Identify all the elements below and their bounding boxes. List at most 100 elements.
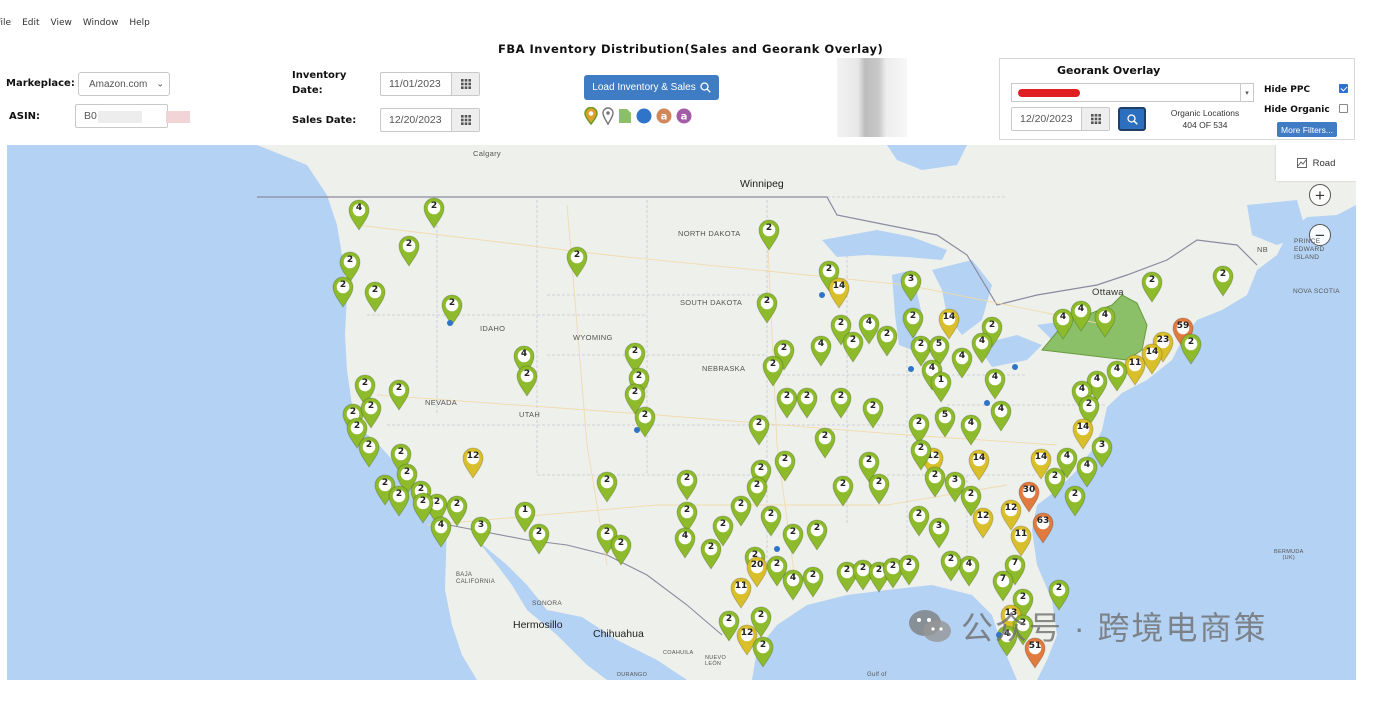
marketplace-select[interactable]: Amazon.com ⌄ [78,72,170,96]
map-marker[interactable]: 2 [795,387,819,419]
map-marker[interactable]: 11 [1009,525,1033,557]
map-marker[interactable]: 2 [387,379,411,411]
map-marker[interactable]: 63 [1031,512,1055,544]
map-marker[interactable]: 2 [773,450,797,482]
georank-date-field[interactable]: 12/20/2023 [1011,107,1110,131]
map-marker[interactable]: 2 [565,246,589,278]
marker-count: 12 [976,511,990,521]
pin-gray-icon[interactable] [602,107,614,130]
more-filters-button[interactable]: More Filters... [1277,122,1337,137]
map-marker[interactable]: 2 [761,355,785,387]
menu-view[interactable]: View [51,18,72,34]
blue-location-dot[interactable] [908,366,914,372]
map-marker[interactable]: 30 [1017,481,1041,513]
map-marker[interactable]: 2 [897,554,921,586]
map-marker[interactable]: 2 [633,406,657,438]
map-marker[interactable]: 2 [757,219,781,251]
georank-keyword-select[interactable]: ▾ [1011,83,1254,102]
map-marker[interactable]: 2 [751,636,775,668]
map-marker[interactable]: 3 [469,516,493,548]
map-marker[interactable]: 2 [829,387,853,419]
map-marker[interactable]: 2 [759,505,783,537]
map-marker[interactable]: 2 [923,466,947,498]
map-marker[interactable]: 11 [729,577,753,609]
asin-input[interactable]: B0 [75,104,168,128]
map-marker[interactable]: 2 [1211,265,1235,297]
map-marker[interactable]: 2 [445,495,469,527]
map-marker[interactable]: 3 [899,270,923,302]
map-marker[interactable]: 4 [983,368,1007,400]
georank-search-button[interactable] [1118,107,1146,131]
hide-ppc-checkbox[interactable] [1339,84,1348,93]
map-marker[interactable]: 2 [749,606,773,638]
map-marker[interactable]: 2 [527,523,551,555]
calendar-icon[interactable] [451,109,479,131]
map-marker[interactable]: 2 [331,276,355,308]
map-marker[interactable]: 4 [1069,300,1093,332]
blue-location-dot[interactable] [634,427,640,433]
map-marker[interactable]: 2 [875,325,899,357]
inventory-date-field[interactable]: 11/01/2023 [380,72,480,96]
menu-window[interactable]: Window [83,18,119,34]
load-inventory-sales-button[interactable]: Load Inventory & Sales [584,75,719,100]
map-marker[interactable]: 3 [927,517,951,549]
menu-help[interactable]: Help [129,18,150,34]
pin-multicolor-icon[interactable] [584,106,598,130]
amazon-orange-icon[interactable]: a [656,108,672,129]
state-shape-icon[interactable] [618,108,632,129]
map-marker[interactable]: 2 [781,523,805,555]
map-marker[interactable]: 2 [813,427,837,459]
map-marker[interactable]: 2 [831,475,855,507]
calendar-icon[interactable] [451,73,479,95]
map-marker[interactable]: 2 [939,550,963,582]
map-marker[interactable]: 4 [959,414,983,446]
map-marker[interactable]: 4 [347,199,371,231]
map-marker[interactable]: 2 [747,414,771,446]
map-marker[interactable]: 2 [515,365,539,397]
map-marker[interactable]: 2 [745,476,769,508]
calendar-icon[interactable] [1081,108,1109,130]
menu-edit[interactable]: Edit [22,18,39,34]
marker-count: 2 [641,410,649,420]
map-marker[interactable]: 14 [937,308,961,340]
map-marker[interactable]: 2 [1179,333,1203,365]
blue-dot-icon[interactable] [636,108,652,129]
map-marker[interactable]: 2 [357,436,381,468]
map-marker[interactable]: 2 [675,469,699,501]
blue-location-dot[interactable] [774,546,780,552]
map-marker[interactable]: 4 [1093,306,1117,338]
map-marker[interactable]: 2 [861,397,885,429]
map-marker[interactable]: 2 [387,485,411,517]
map-marker[interactable]: 2 [841,331,865,363]
map-marker[interactable]: 2 [609,534,633,566]
map-marker[interactable]: 2 [755,292,779,324]
sales-date-field[interactable]: 12/20/2023 [380,108,480,132]
map-marker[interactable]: 4 [950,347,974,379]
map-marker[interactable]: 14 [827,277,851,309]
blue-location-dot[interactable] [819,292,825,298]
map-marker[interactable]: 2 [801,566,825,598]
map-marker[interactable]: 2 [595,471,619,503]
map-marker[interactable]: 4 [1075,456,1099,488]
blue-location-dot[interactable] [984,400,990,406]
map-marker[interactable]: 2 [1140,271,1164,303]
map-marker[interactable]: 2 [805,519,829,551]
map-marker[interactable]: 2 [867,473,891,505]
blue-location-dot[interactable] [447,320,453,326]
map-view[interactable]: Road + − Calgary Winnipeg NORTH DAKOTA S… [7,145,1356,680]
map-marker[interactable]: 5 [933,406,957,438]
map-marker[interactable]: 12 [461,447,485,479]
hide-organic-checkbox[interactable] [1339,104,1348,113]
map-marker[interactable]: 2 [422,197,446,229]
map-marker[interactable]: 2 [1063,485,1087,517]
amazon-purple-icon[interactable]: a [676,108,692,129]
map-marker[interactable]: 2 [363,281,387,313]
map-marker[interactable]: 4 [989,400,1013,432]
menu-file[interactable]: File [0,18,11,34]
blue-location-dot[interactable] [1012,364,1018,370]
map-marker[interactable]: 14 [967,449,991,481]
map-marker[interactable]: 12 [971,507,995,539]
map-marker[interactable]: 1 [929,371,953,403]
map-marker[interactable]: 4 [673,527,697,559]
map-marker[interactable]: 2 [397,235,421,267]
